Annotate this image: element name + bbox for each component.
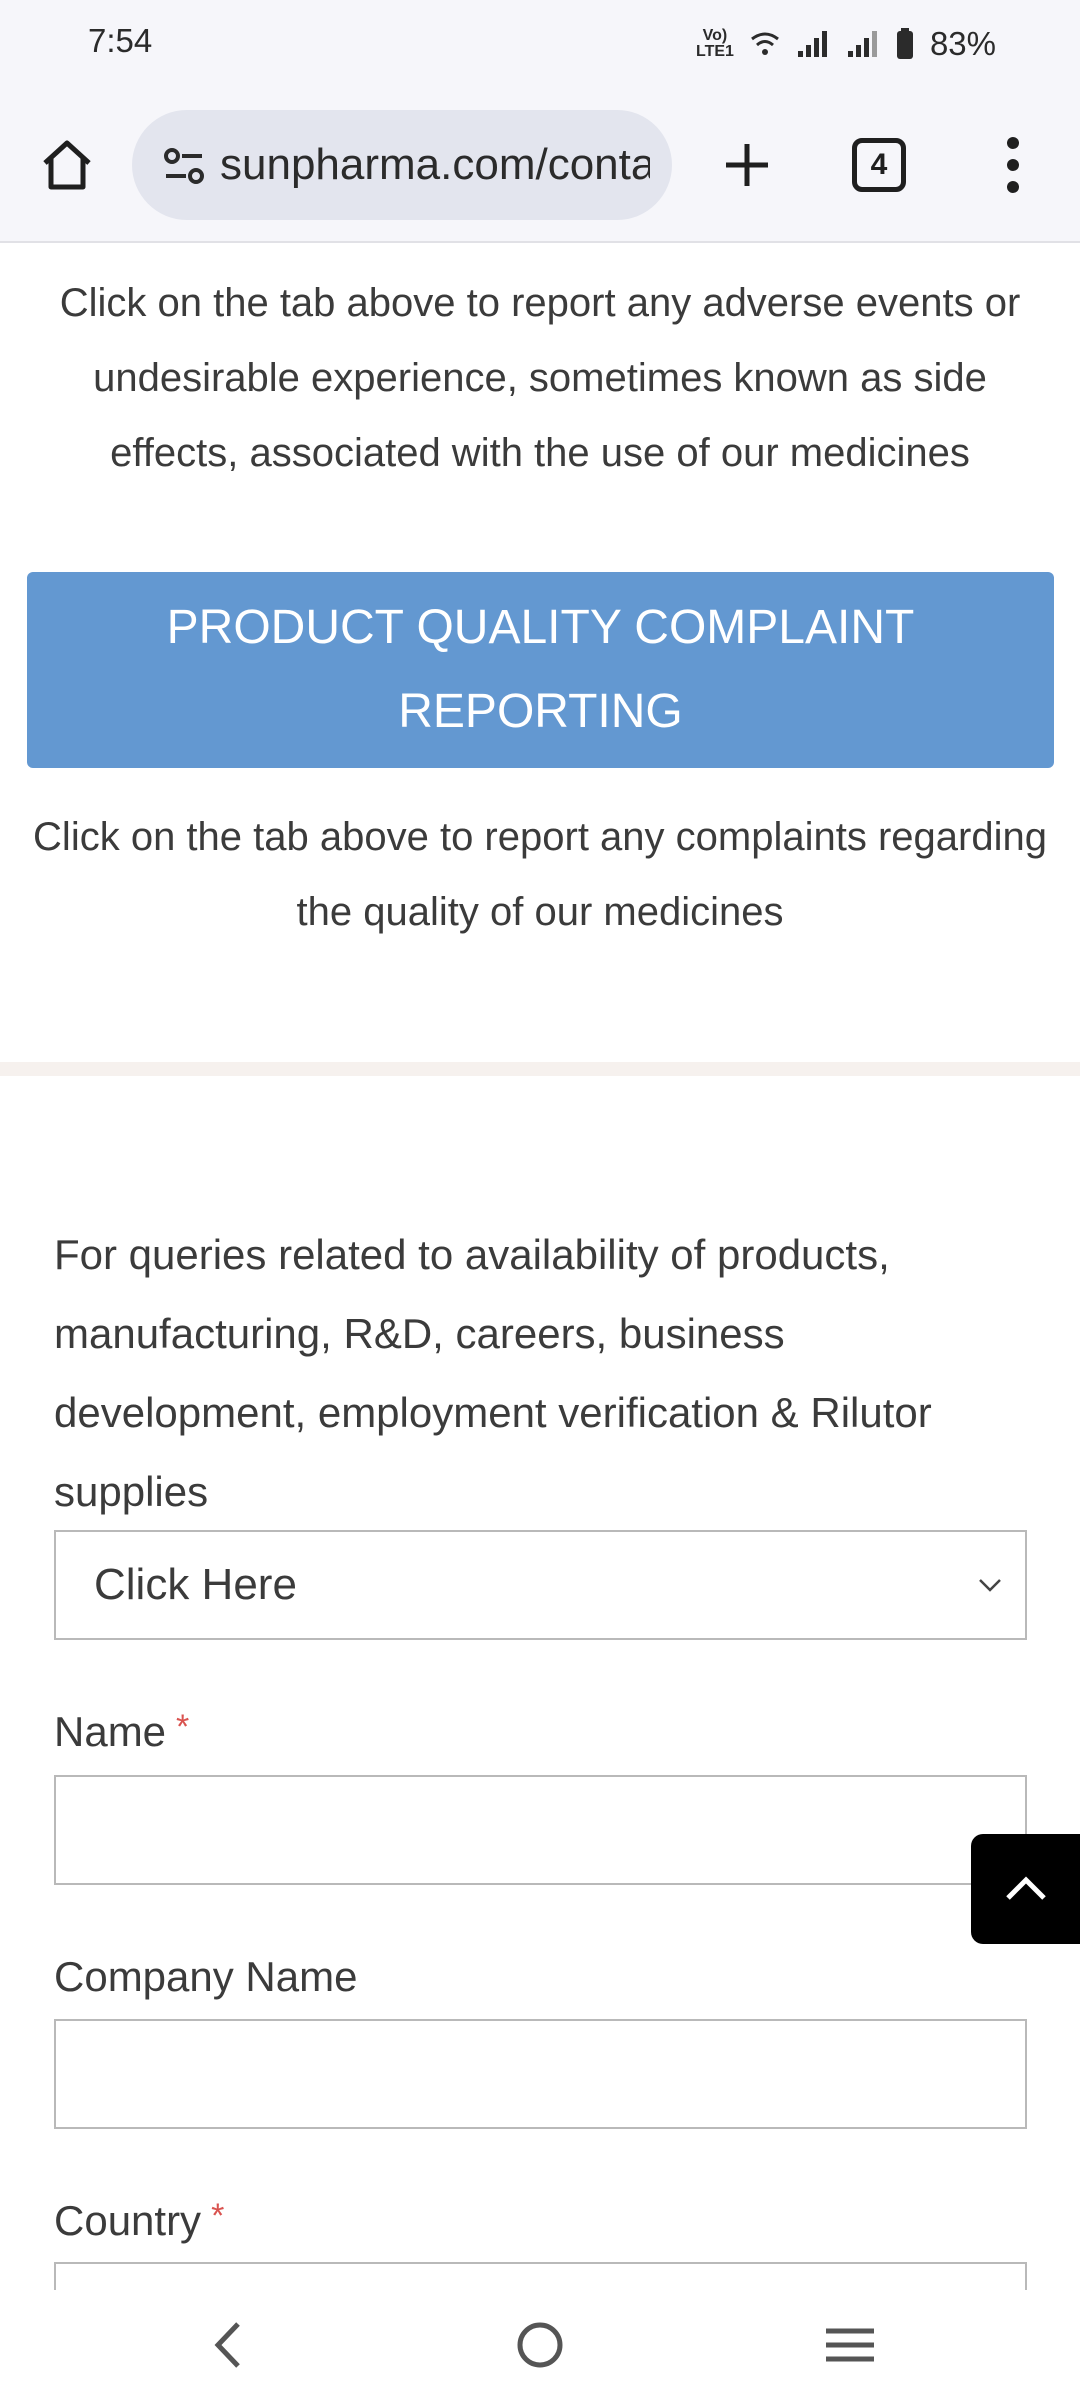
country-select[interactable] (54, 2262, 1027, 2290)
name-label: Name * (54, 1708, 189, 1756)
home-circle-icon (517, 2322, 563, 2368)
browser-toolbar: sunpharma.com/conta 4 (0, 90, 1080, 243)
new-tab-button[interactable] (712, 130, 782, 200)
battery-percent: 83% (929, 25, 996, 62)
product-quality-complaint-button[interactable]: PRODUCT QUALITY COMPLAINT REPORTING (27, 572, 1054, 768)
system-navigation-bar (0, 2290, 1080, 2404)
home-button[interactable] (32, 130, 102, 200)
chevron-up-icon (1005, 1876, 1046, 1900)
recents-button[interactable] (810, 2310, 890, 2380)
country-label: Country * (54, 2197, 224, 2245)
signal-icon (797, 31, 827, 57)
company-name-label: Company Name (54, 1953, 357, 2001)
country-label-text: Country (54, 2197, 202, 2244)
back-to-top-button[interactable] (971, 1834, 1080, 1944)
select-value: Click Here (94, 1560, 297, 1609)
signal-icon (847, 31, 877, 57)
home-nav-button[interactable] (500, 2310, 580, 2380)
plus-icon (726, 144, 768, 186)
adverse-events-text: Click on the tab above to report any adv… (59, 281, 1021, 475)
name-label-text: Name (54, 1708, 167, 1755)
more-dot (1007, 137, 1019, 149)
recents-icon (826, 2328, 874, 2362)
status-bar: 7:54 Vo) LTE1 83% (0, 0, 1080, 90)
section-divider (0, 1062, 1080, 1076)
more-options-button[interactable] (990, 130, 1036, 200)
battery-icon (896, 28, 913, 59)
address-bar[interactable]: sunpharma.com/conta (132, 110, 672, 220)
company-name-label-text: Company Name (54, 1953, 358, 2000)
home-icon (43, 140, 91, 190)
back-button[interactable] (188, 2310, 268, 2380)
query-type-select[interactable]: Click Here (54, 1530, 1027, 1640)
wifi-icon (751, 32, 779, 55)
url-text: sunpharma.com/conta (220, 140, 650, 189)
back-icon (214, 2322, 240, 2368)
tab-switcher-button[interactable]: 4 (852, 138, 906, 192)
more-dot (1007, 181, 1019, 193)
status-time: 7:54 (88, 22, 153, 59)
name-input[interactable] (54, 1775, 1027, 1885)
quality-complaint-text: Click on the tab above to report any com… (33, 815, 1047, 934)
company-name-input[interactable] (54, 2019, 1027, 2129)
chevron-down-icon (979, 1579, 1001, 1592)
required-marker: * (176, 1708, 190, 1746)
site-settings-icon[interactable] (162, 144, 206, 188)
more-dot (1007, 159, 1019, 171)
volte-icon: Vo) LTE1 (696, 27, 734, 60)
status-icons: Vo) LTE1 83% (696, 22, 996, 66)
required-marker: * (211, 2197, 225, 2235)
queries-description: For queries related to availability of p… (54, 1231, 932, 1515)
